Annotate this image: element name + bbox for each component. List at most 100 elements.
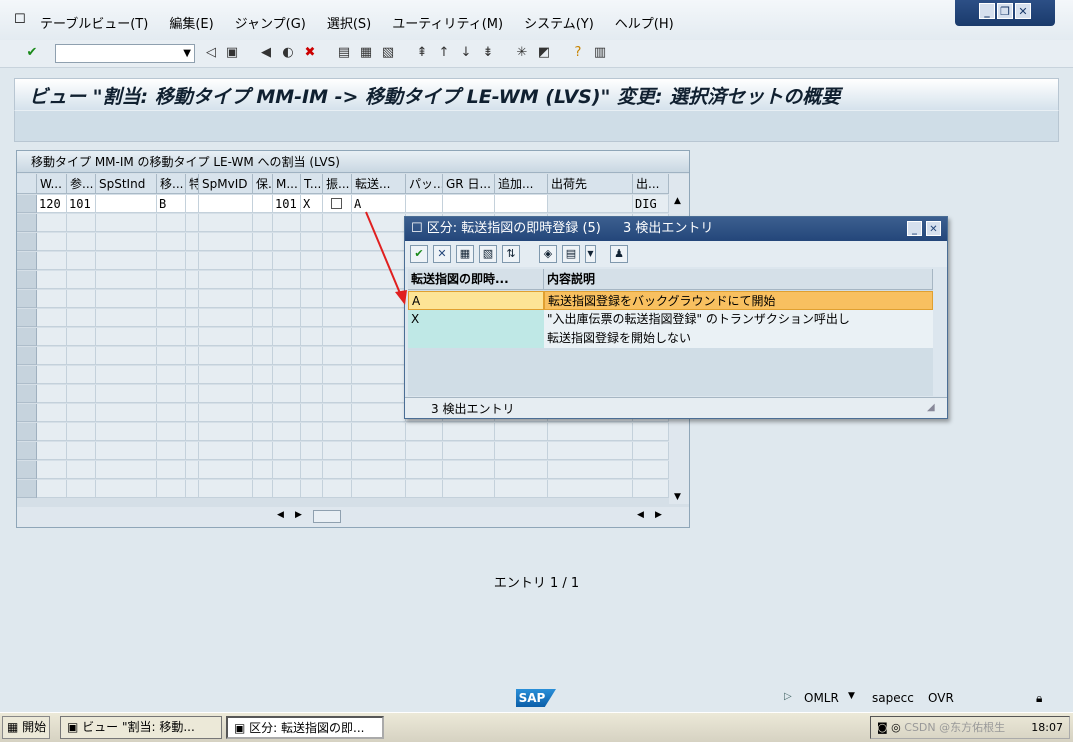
lock-icon[interactable]: 🔒︎ [1036,691,1042,706]
column-header[interactable]: M... [273,174,301,194]
row-selector[interactable] [17,404,37,422]
row-selector[interactable] [17,385,37,403]
table-cell[interactable]: 101 [67,195,96,213]
select-all-header[interactable] [17,174,37,194]
cancel-icon[interactable]: ✖ [302,45,318,61]
chevron-down-icon[interactable]: ▼ [848,691,855,701]
find-next-icon[interactable]: ▧ [479,245,497,263]
last-page-icon[interactable]: ⇟ [480,45,496,61]
scroll-thumb[interactable] [313,510,341,523]
close-icon[interactable]: ✕ [926,221,941,236]
table-cell[interactable]: 101 [273,195,301,213]
scroll-right-icon[interactable]: ▶ [655,510,662,520]
find-icon[interactable]: ▦ [456,245,474,263]
shortcut-icon[interactable]: ◩ [536,45,552,61]
close-icon[interactable]: ✕ [1015,3,1031,19]
personalize-icon[interactable]: ♟ [610,245,628,263]
previous-page-icon[interactable]: ↑ [436,45,452,61]
column-header[interactable]: 特 [186,174,199,194]
scroll-down-icon[interactable]: ▼ [674,492,681,502]
menu-goto[interactable]: ジャンプ(G) [235,13,306,32]
menu-utilities[interactable]: ユーティリティ(M) [392,13,503,32]
row-selector[interactable] [17,309,37,327]
table-cell[interactable]: B [157,195,186,213]
sort-icon[interactable]: ⇅ [502,245,520,263]
enter-check-icon[interactable]: ✔ [24,45,40,61]
back-icon[interactable]: ◀ [258,45,274,61]
row-selector[interactable] [17,347,37,365]
table-cell[interactable]: X [301,195,323,213]
column-header[interactable]: 出荷先 [548,174,633,194]
table-cell[interactable] [186,195,199,213]
confirm-check-icon[interactable]: ✔ [410,245,428,263]
column-header[interactable]: 転送... [352,174,406,194]
table-cell[interactable] [406,195,443,213]
flag-checkbox[interactable] [331,198,342,209]
list-item-key[interactable]: A [408,291,544,310]
row-selector[interactable] [17,423,37,441]
column-header[interactable]: 移... [157,174,186,194]
column-header[interactable]: 保... [253,174,273,194]
new-session-icon[interactable]: ✳ [514,45,530,61]
column-header[interactable]: SpMvID [199,174,253,194]
system-menu-icon[interactable]: ☐ [14,12,26,27]
row-selector[interactable] [17,461,37,479]
export-icon[interactable]: ▤ [562,245,580,263]
filter-icon[interactable]: ◈ [539,245,557,263]
row-selector[interactable] [17,252,37,270]
layout-icon[interactable]: ▥ [592,45,608,61]
status-toggle-icon[interactable]: ▷ [784,691,792,702]
chevron-down-icon[interactable]: ▼ [183,45,191,62]
table-cell[interactable] [199,195,253,213]
table-cell-selected[interactable]: A [352,195,406,213]
print-icon[interactable]: ▤ [336,45,352,61]
list-item-key[interactable]: X [408,310,544,329]
minimize-icon[interactable]: _ [979,3,995,19]
save-icon[interactable]: ▣ [224,45,240,61]
row-selector[interactable] [17,214,37,232]
menu-help[interactable]: ヘルプ(H) [615,13,674,32]
resize-grip-icon[interactable]: ◢ [927,402,935,413]
row-selector[interactable] [17,271,37,289]
command-field[interactable]: ▼ [55,44,195,63]
row-selector[interactable] [17,233,37,251]
list-item-description[interactable]: "入出庫伝票の転送指図登録" のトランザクション呼出し [544,310,933,329]
find-next-icon[interactable]: ▧ [380,45,396,61]
next-page-icon[interactable]: ↓ [458,45,474,61]
list-item-key[interactable] [408,329,544,348]
column-header[interactable]: 出... [633,174,669,194]
menu-select[interactable]: 選択(S) [327,13,371,32]
cancel-x-icon[interactable]: ✕ [433,245,451,263]
back-arrow-icon[interactable]: ◁ [203,45,219,61]
column-header[interactable]: 振... [323,174,352,194]
column-header[interactable]: パッ... [406,174,443,194]
column-header[interactable]: W... [37,174,67,194]
row-selector[interactable] [17,480,37,498]
scroll-up-icon[interactable]: ▲ [674,196,681,206]
chevron-down-icon[interactable]: ▼ [585,245,596,263]
minimize-icon[interactable]: _ [907,221,922,236]
column-header[interactable]: T... [301,174,323,194]
exit-icon[interactable]: ◐ [280,45,296,61]
first-page-icon[interactable]: ⇞ [414,45,430,61]
column-header[interactable]: SpStInd [96,174,157,194]
table-cell[interactable] [443,195,495,213]
scroll-right-icon[interactable]: ▶ [295,510,302,520]
table-cell[interactable] [253,195,273,213]
table-cell[interactable] [96,195,157,213]
scroll-left-icon[interactable]: ◀ [637,510,644,520]
scroll-left-icon[interactable]: ◀ [277,510,284,520]
table-cell[interactable] [495,195,548,213]
row-selector[interactable] [17,195,37,213]
row-selector[interactable] [17,442,37,460]
list-item-description[interactable]: 転送指図登録を開始しない [544,329,933,348]
taskbar-item-view[interactable]: ▣ ビュー "割当: 移動... [60,716,222,739]
find-icon[interactable]: ▦ [358,45,374,61]
menu-system[interactable]: システム(Y) [524,13,594,32]
column-header[interactable]: GR 日... [443,174,495,194]
list-item-description[interactable]: 転送指図登録をバックグラウンドにて開始 [544,291,933,310]
column-header[interactable]: 参... [67,174,96,194]
menu-table-view[interactable]: テーブルビュー(T) [40,13,148,32]
taskbar-item-dialog[interactable]: ▣ 区分: 転送指図の即... [226,716,384,739]
horizontal-scrollbar[interactable]: ◀ ▶ ◀ ▶ [17,507,689,527]
